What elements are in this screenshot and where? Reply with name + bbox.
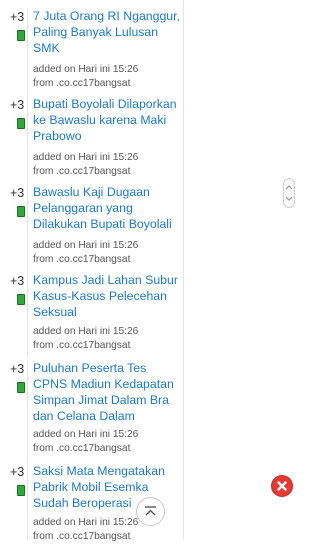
item-meta: added on Hari ini 15:26 from .co.cc17ban…	[33, 428, 183, 456]
item-meta: added on Hari ini 15:26 from .co.cc17ban…	[33, 239, 183, 267]
source-domain: from .co.cc17bangsat	[33, 340, 131, 351]
vote-count: +3	[10, 98, 25, 112]
list-item: +3 Bawaslu Kaji Dugaan Pelanggaran yang …	[0, 184, 183, 274]
close-button[interactable]	[272, 476, 292, 496]
list-item: +3 Kampus Jadi Lahan Subur Kasus-Kasus P…	[0, 272, 183, 360]
item-divider	[27, 463, 28, 540]
source-domain: from .co.cc17bangsat	[33, 78, 131, 89]
back-to-top-button[interactable]	[136, 497, 165, 526]
source-domain: from .co.cc17bangsat	[33, 531, 131, 542]
list-item: +3 Bupati Boyolali Dilaporkan ke Bawaslu…	[0, 96, 183, 186]
item-divider	[27, 272, 28, 358]
close-icon	[277, 481, 287, 491]
vote-bar-icon[interactable]	[17, 30, 25, 41]
vote-count: +3	[10, 274, 25, 288]
source-domain: from .co.cc17bangsat	[33, 443, 131, 454]
article-title-link[interactable]: Bawaslu Kaji Dugaan Pelanggaran yang Dil…	[33, 184, 183, 232]
article-title-link[interactable]: Bupati Boyolali Dilaporkan ke Bawaslu ka…	[33, 96, 183, 144]
vote-bar-icon[interactable]	[17, 118, 25, 129]
item-divider	[27, 360, 28, 462]
vote-count: +3	[10, 186, 25, 200]
vote-bar-icon[interactable]	[17, 206, 25, 217]
item-meta: added on Hari ini 15:26 from .co.cc17ban…	[33, 151, 183, 179]
scroll-handle-icon[interactable]	[283, 178, 295, 208]
article-title-link[interactable]: Kampus Jadi Lahan Subur Kasus-Kasus Pele…	[33, 272, 183, 320]
vote-bar-icon[interactable]	[17, 382, 25, 393]
added-timestamp: added on Hari ini 15:26	[33, 429, 139, 440]
vote-bar-icon[interactable]	[17, 294, 25, 305]
item-divider	[27, 184, 28, 272]
added-timestamp: added on Hari ini 15:26	[33, 152, 139, 163]
added-timestamp: added on Hari ini 15:26	[33, 64, 139, 75]
vote-count: +3	[10, 10, 25, 24]
article-title-link[interactable]: Puluhan Peserta Tes CPNS Madiun Kedapata…	[33, 360, 183, 424]
added-timestamp: added on Hari ini 15:26	[33, 326, 139, 337]
vote-count: +3	[10, 465, 25, 479]
item-meta: added on Hari ini 15:26 from .co.cc17ban…	[33, 63, 183, 91]
news-feed: +3 7 Juta Orang RI Nganggur, Paling Bany…	[0, 0, 184, 542]
back-to-top-icon	[145, 506, 156, 516]
list-item: +3 7 Juta Orang RI Nganggur, Paling Bany…	[0, 8, 183, 98]
vote-count: +3	[10, 362, 25, 376]
vote-bar-icon[interactable]	[17, 485, 25, 496]
source-domain: from .co.cc17bangsat	[33, 254, 131, 265]
article-title-link[interactable]: 7 Juta Orang RI Nganggur, Paling Banyak …	[33, 8, 183, 56]
added-timestamp: added on Hari ini 15:26	[33, 240, 139, 251]
list-item: +3 Puluhan Peserta Tes CPNS Madiun Kedap…	[0, 360, 183, 464]
item-meta: added on Hari ini 15:26 from .co.cc17ban…	[33, 325, 183, 353]
item-divider	[27, 8, 28, 96]
item-divider	[27, 96, 28, 184]
source-domain: from .co.cc17bangsat	[33, 166, 131, 177]
